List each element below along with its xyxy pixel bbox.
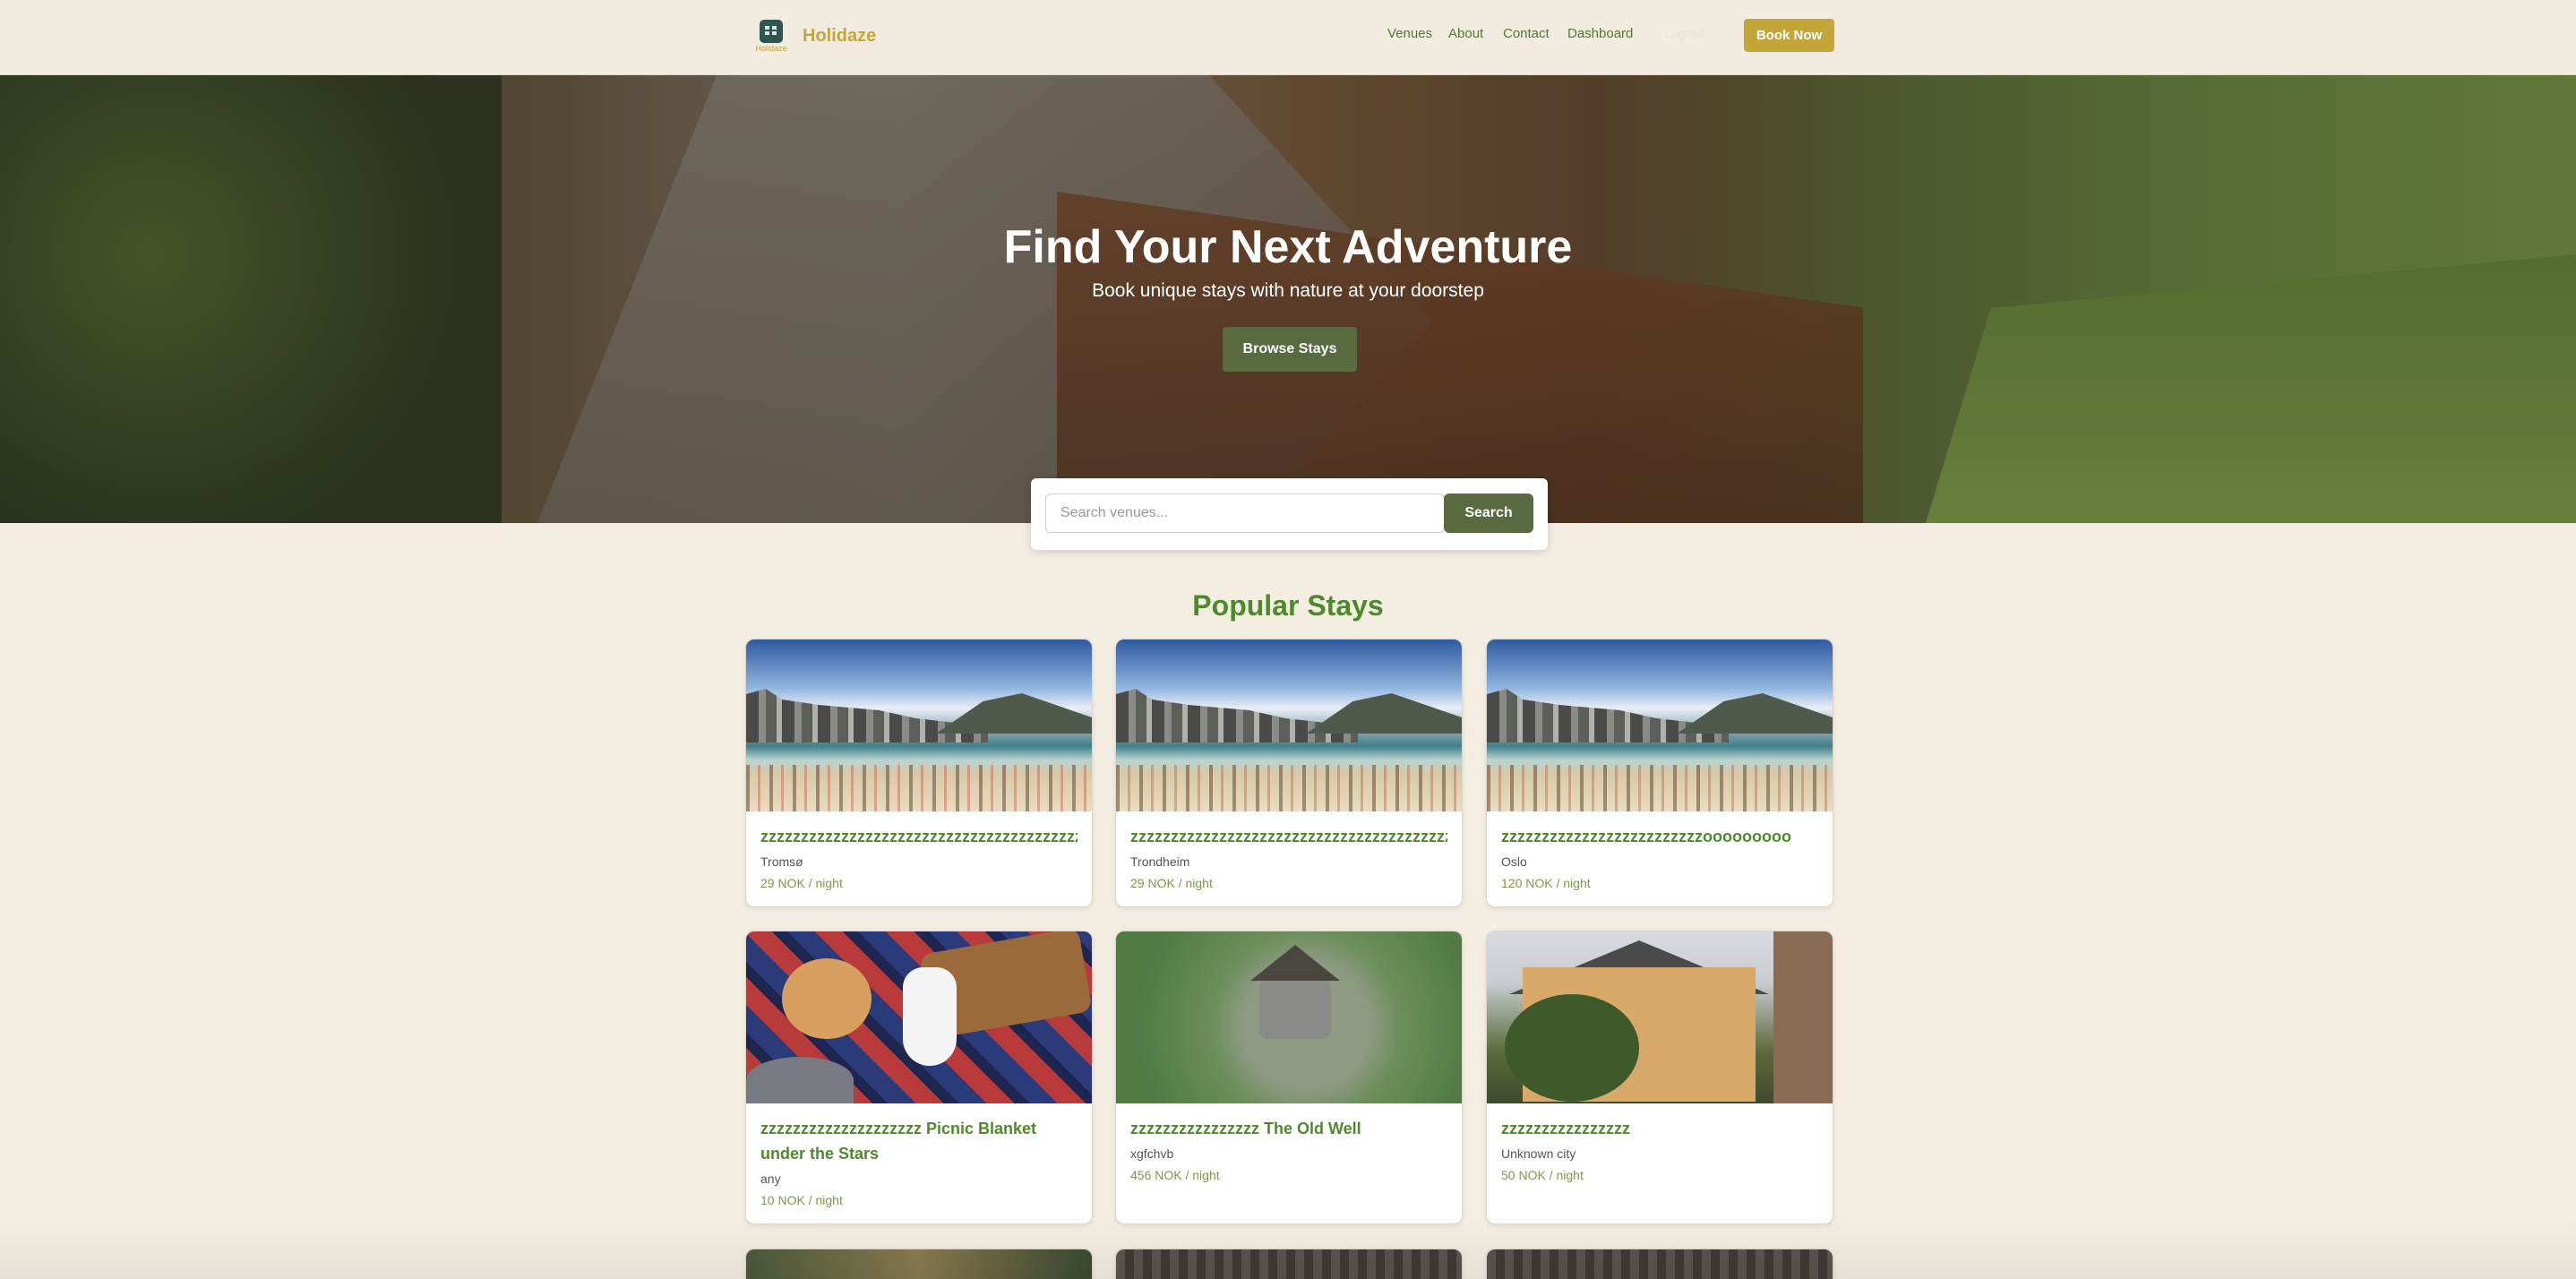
venue-city: Trondheim (1130, 854, 1190, 869)
browse-stays-button[interactable]: Browse Stays (1223, 327, 1357, 372)
venue-price: 29 NOK / night (760, 876, 843, 890)
venue-city: Unknown city (1501, 1146, 1576, 1161)
popular-stays-heading: Popular Stays (1192, 589, 1384, 622)
brand-link[interactable]: Holidaze Holidaze (752, 18, 876, 54)
venue-card[interactable]: zzzzzzzzzzzzzzzzzzzzzzzzzooooooooo Oslo … (1486, 639, 1833, 907)
venue-card[interactable] (745, 1249, 1093, 1279)
book-now-button[interactable]: Book Now (1744, 19, 1834, 52)
venue-image (746, 640, 1092, 811)
venue-price: 29 NOK / night (1130, 876, 1213, 890)
venue-card[interactable]: zzzzzzzzzzzzzzzzzzzz Picnic Blanket unde… (745, 931, 1093, 1224)
venue-card[interactable]: zzzzzzzzzzzzzzzz The Old Well xgfchvb 45… (1115, 931, 1463, 1224)
hero-title: Find Your Next Adventure (1003, 221, 1573, 273)
venue-card[interactable]: zzzzzzzzzzzzzzzzzzzzzzzzzzzzzzzzzzzzzzzz… (745, 639, 1093, 907)
hero-subtitle: Book unique stays with nature at your do… (1092, 280, 1484, 301)
venue-price: 120 NOK / night (1501, 876, 1591, 890)
venue-image (1116, 1249, 1462, 1279)
venue-image (746, 931, 1092, 1103)
nav-about[interactable]: About (1448, 26, 1483, 41)
venue-city: xgfchvb (1130, 1146, 1174, 1161)
venue-title[interactable]: zzzzzzzzzzzzzzzzzzzzzzzzzzzzzzzzzzzzzzzz… (1130, 824, 1447, 849)
nav-venues[interactable]: Venues (1387, 26, 1432, 41)
venue-title[interactable]: zzzzzzzzzzzzzzzzzzzz Picnic Blanket unde… (760, 1116, 1078, 1166)
brand-name[interactable]: Holidaze (803, 26, 876, 47)
venue-image (746, 1249, 1092, 1279)
venue-title[interactable]: zzzzzzzzzzzzzzzzzzzzzzzzzooooooooo (1501, 824, 1818, 849)
venue-city: Oslo (1501, 854, 1527, 869)
venue-card[interactable] (1115, 1249, 1463, 1279)
venue-price: 456 NOK / night (1130, 1168, 1220, 1182)
nav-logout[interactable]: Logout (1664, 26, 1705, 41)
venue-title[interactable]: zzzzzzzzzzzzzzzz The Old Well (1130, 1116, 1447, 1141)
venue-image (1487, 640, 1833, 811)
search-bar: Search (1031, 478, 1548, 550)
venue-city: any (760, 1172, 781, 1186)
site-header: Holidaze Holidaze Venues About Contact D… (0, 0, 2576, 75)
nav-contact[interactable]: Contact (1503, 26, 1550, 41)
venue-image (1487, 1249, 1833, 1279)
nav-dashboard[interactable]: Dashboard (1567, 26, 1633, 41)
venue-card[interactable] (1486, 1249, 1833, 1279)
hero-banner: Find Your Next Adventure Book unique sta… (0, 75, 2576, 523)
venue-title[interactable]: zzzzzzzzzzzzzzzzzzzzzzzzzzzzzzzzzzzzzzzz… (760, 824, 1078, 849)
venue-title[interactable]: zzzzzzzzzzzzzzzz (1501, 1116, 1818, 1141)
venue-card[interactable]: zzzzzzzzzzzzzzzzzzzzzzzzzzzzzzzzzzzzzzzz… (1115, 639, 1463, 907)
search-input[interactable] (1045, 494, 1445, 533)
venue-city: Tromsø (760, 854, 803, 869)
search-button[interactable]: Search (1444, 494, 1533, 533)
venue-price: 10 NOK / night (760, 1193, 843, 1207)
venue-image (1487, 931, 1833, 1103)
logo-caption: Holidaze (755, 44, 787, 53)
venue-price: 50 NOK / night (1501, 1168, 1584, 1182)
logo-icon: Holidaze (752, 18, 790, 54)
venue-image (1116, 640, 1462, 811)
venue-card[interactable]: zzzzzzzzzzzzzzzz Unknown city 50 NOK / n… (1486, 931, 1833, 1224)
venue-image (1116, 931, 1462, 1103)
